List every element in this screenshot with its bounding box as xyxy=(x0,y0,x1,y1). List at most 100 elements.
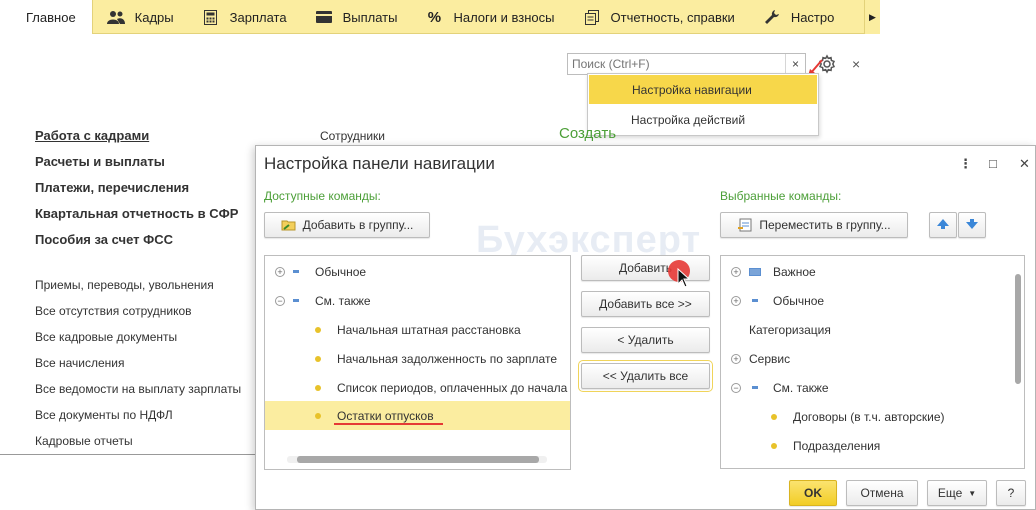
reports-section-label: Отчетность, справки xyxy=(610,9,735,25)
more-options-icon[interactable]: ⋮ xyxy=(959,156,972,172)
list-item[interactable]: Начальная штатная расстановка xyxy=(265,315,570,344)
remove-button[interactable]: < Удалить xyxy=(581,327,710,353)
list-item-label: Подразделения xyxy=(793,438,881,453)
nav-item-transfers[interactable]: Платежи, перечисления xyxy=(35,180,189,195)
vertical-scrollbar[interactable] xyxy=(1014,260,1022,460)
taxes-section-label: Налоги и взносы xyxy=(453,9,555,25)
nav-link-hr-documents[interactable]: Все кадровые документы xyxy=(35,330,177,344)
help-button[interactable]: ? xyxy=(996,480,1026,506)
expand-icon[interactable]: + xyxy=(275,266,285,277)
selected-commands-list[interactable]: + Важное + Обычное Категоризация + Серви… xyxy=(720,255,1025,469)
section-taxes[interactable]: % Налоги и взносы xyxy=(411,0,568,34)
section-staff[interactable]: Кадры xyxy=(93,0,188,34)
list-item-label: См. также xyxy=(773,380,829,395)
search-input[interactable] xyxy=(568,54,785,74)
salary-section-label: Зарплата xyxy=(229,9,287,25)
nav-item-payroll[interactable]: Расчеты и выплаты xyxy=(35,154,165,169)
list-item[interactable]: − См. также xyxy=(721,373,1024,402)
nav-item-fss-benefits[interactable]: Пособия за счет ФСС xyxy=(35,232,173,247)
list-item[interactable]: + Сервис xyxy=(721,344,1024,373)
list-item-selected[interactable]: Остатки отпусков xyxy=(265,401,570,430)
list-item-label: Начальная задолженность по зарплате xyxy=(337,351,557,366)
list-item-label: Начальная штатная расстановка xyxy=(337,322,521,337)
menu-item-action-settings[interactable]: Настройка действий xyxy=(588,105,818,135)
list-item[interactable]: Список периодов, оплаченных до начала xyxy=(265,373,570,402)
list-item-label: Категоризация xyxy=(749,322,831,337)
list-item-label: Обычное xyxy=(315,264,367,279)
nav-link-absences[interactable]: Все отсутствия сотрудников xyxy=(35,304,192,318)
group-marker-icon xyxy=(752,299,758,302)
list-item[interactable]: Подразделения xyxy=(721,431,1024,460)
arrow-up-icon xyxy=(936,218,950,233)
selected-commands-label: Выбранные команды: xyxy=(720,189,842,203)
list-item[interactable]: − См. также xyxy=(265,286,570,315)
list-item[interactable]: Категоризация xyxy=(721,315,1024,344)
list-item[interactable]: Начальная задолженность по зарплате xyxy=(265,344,570,373)
section-main[interactable]: Главное xyxy=(0,0,93,34)
move-down-button[interactable] xyxy=(958,212,986,238)
nav-link-hiring[interactable]: Приемы, переводы, увольнения xyxy=(35,278,214,292)
expand-icon[interactable]: + xyxy=(731,353,741,364)
collapse-icon[interactable]: − xyxy=(731,382,741,393)
search-box: × xyxy=(567,53,806,75)
page-close-button[interactable]: × xyxy=(852,56,860,72)
add-to-group-button[interactable]: Добавить в группу... xyxy=(264,212,430,238)
list-item-label: Сервис xyxy=(749,351,791,366)
percent-icon: % xyxy=(427,8,442,26)
collapse-icon[interactable]: − xyxy=(275,295,285,306)
maximize-icon[interactable]: □ xyxy=(989,156,997,171)
cancel-button[interactable]: Отмена xyxy=(846,480,918,506)
close-icon[interactable]: ✕ xyxy=(1019,156,1030,172)
command-dot-icon xyxy=(315,326,321,333)
expand-icon[interactable]: + xyxy=(731,266,741,277)
list-item-label: Важное xyxy=(773,264,816,279)
nav-link-hr-reports[interactable]: Кадровые отчеты xyxy=(35,434,133,448)
add-to-group-label: Добавить в группу... xyxy=(302,218,414,232)
main-section-label: Главное xyxy=(26,9,76,25)
section-payments[interactable]: Выплаты xyxy=(301,0,412,34)
list-item-label: Остатки отпусков xyxy=(337,408,434,423)
wrench-icon xyxy=(763,8,781,26)
horizontal-scrollbar[interactable] xyxy=(287,456,547,463)
nav-item-quarterly-sfr[interactable]: Квартальная отчетность в СФР xyxy=(35,206,238,221)
nav-item-hr[interactable]: Работа с кадрами xyxy=(35,128,149,143)
scrollbar-thumb[interactable] xyxy=(297,456,539,463)
mouse-cursor-icon xyxy=(677,268,691,288)
create-link[interactable]: Создать xyxy=(559,125,616,142)
list-item[interactable]: + Важное xyxy=(721,257,1024,286)
section-salary[interactable]: Зарплата xyxy=(188,0,301,34)
nav-link-payroll-sheets[interactable]: Все ведомости на выплату зарплаты xyxy=(35,382,241,396)
payments-section-label: Выплаты xyxy=(342,9,398,25)
list-item[interactable]: + Обычное xyxy=(265,257,570,286)
search-clear-button[interactable]: × xyxy=(785,54,805,74)
settings-dropdown-menu: Настройка навигации Настройка действий xyxy=(587,73,819,136)
dialog-title: Настройка панели навигации xyxy=(264,154,495,173)
list-item[interactable]: + Обычное xyxy=(721,286,1024,315)
group-marker-icon xyxy=(293,270,299,273)
employees-link[interactable]: Сотрудники xyxy=(320,129,385,143)
wallet-icon xyxy=(315,8,333,26)
section-reports[interactable]: Отчетность, справки xyxy=(569,0,749,34)
nav-link-accruals[interactable]: Все начисления xyxy=(35,356,125,370)
nav-link-ndfl-documents[interactable]: Все документы по НДФЛ xyxy=(35,408,173,422)
section-bar: Главное Кадры Зарплата Выплаты % Налоги … xyxy=(0,0,880,34)
command-dot-icon xyxy=(315,412,321,419)
add-all-button[interactable]: Добавить все >> xyxy=(581,291,710,317)
scrollbar-thumb[interactable] xyxy=(1015,274,1021,384)
people-icon xyxy=(106,8,125,26)
section-settings[interactable]: Настро xyxy=(749,0,849,34)
move-to-group-label: Переместить в группу... xyxy=(759,218,891,232)
sections-scroll-right-icon[interactable]: ▶ xyxy=(864,0,880,34)
move-to-group-button[interactable]: Переместить в группу... xyxy=(720,212,908,238)
available-commands-list[interactable]: + Обычное − См. также Начальная штатная … xyxy=(264,255,571,470)
important-group-icon xyxy=(749,267,761,276)
move-up-button[interactable] xyxy=(929,212,957,238)
menu-item-navigation-settings[interactable]: Настройка навигации xyxy=(589,75,817,104)
remove-all-button[interactable]: << Удалить все xyxy=(578,360,713,392)
ok-button[interactable]: OK xyxy=(789,480,837,506)
expand-icon[interactable]: + xyxy=(731,295,741,306)
more-button[interactable]: Еще ▼ xyxy=(927,480,987,506)
command-dot-icon xyxy=(771,442,777,449)
move-icon xyxy=(737,217,753,233)
list-item[interactable]: Договоры (в т.ч. авторские) xyxy=(721,402,1024,431)
